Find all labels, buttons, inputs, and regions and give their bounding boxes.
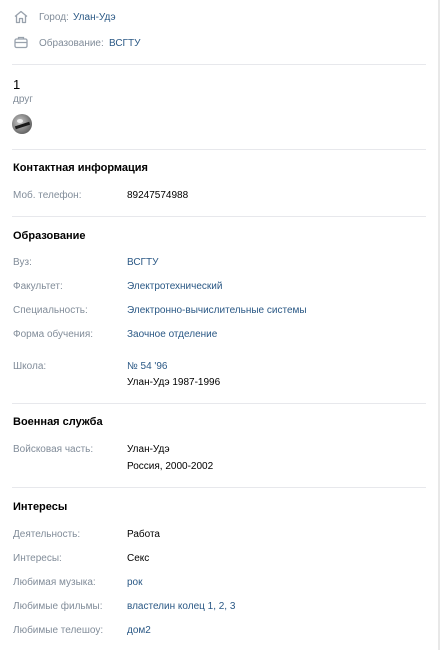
- interests-value: Секс: [127, 553, 150, 564]
- faculty-label: Факультет:: [13, 281, 63, 292]
- city-label: Город:: [39, 12, 69, 23]
- divider: [12, 403, 426, 404]
- education-link[interactable]: ВСГТУ: [109, 38, 140, 49]
- university-label: Вуз:: [13, 257, 32, 268]
- tv-link[interactable]: дом2: [127, 625, 151, 636]
- tv-label: Любимые телешоу:: [13, 625, 104, 636]
- movies-label: Любимые фильмы:: [13, 601, 103, 612]
- movies-link[interactable]: властелин колец 1, 2, 3: [127, 601, 235, 612]
- friend-avatar[interactable]: [12, 114, 32, 134]
- study-form-label: Форма обучения:: [13, 329, 94, 340]
- military-heading: Военная служба: [13, 416, 103, 428]
- friends-label[interactable]: друг: [13, 94, 33, 105]
- military-unit-value: Улан-Удэ: [127, 444, 170, 455]
- military-unit-detail: Россия, 2000-2002: [127, 461, 214, 472]
- phone-label: Моб. телефон:: [13, 190, 82, 201]
- interests-heading: Интересы: [13, 501, 68, 513]
- divider: [12, 216, 426, 217]
- faculty-link[interactable]: Электротехнический: [127, 281, 222, 292]
- interests-label: Интересы:: [13, 553, 62, 564]
- music-label: Любимая музыка:: [13, 577, 96, 588]
- school-link[interactable]: № 54 '96: [127, 361, 167, 372]
- activity-label: Деятельность:: [13, 529, 81, 540]
- friends-count[interactable]: 1: [13, 77, 20, 92]
- study-form-link[interactable]: Заочное отделение: [127, 329, 217, 340]
- music-link[interactable]: рок: [127, 577, 143, 588]
- city-link[interactable]: Улан-Удэ: [73, 12, 116, 23]
- university-link[interactable]: ВСГТУ: [127, 257, 158, 268]
- education-heading: Образование: [13, 230, 86, 242]
- education-label: Образование:: [39, 38, 104, 49]
- profile-info-panel: Город: Улан-Удэ Образование: ВСГТУ 1 дру…: [0, 0, 440, 650]
- contacts-heading: Контактная информация: [13, 162, 148, 174]
- speciality-label: Специальность:: [13, 305, 88, 316]
- briefcase-icon: [14, 36, 28, 49]
- home-icon: [14, 10, 28, 24]
- school-label: Школа:: [13, 361, 47, 372]
- school-detail: Улан-Удэ 1987-1996: [127, 377, 221, 388]
- divider: [12, 487, 426, 488]
- phone-value: 89247574988: [127, 190, 189, 201]
- divider: [12, 64, 426, 65]
- divider: [12, 149, 426, 150]
- activity-value: Работа: [127, 529, 160, 540]
- military-unit-label: Войсковая часть:: [13, 444, 94, 455]
- speciality-link[interactable]: Электронно-вычислительные системы: [127, 305, 307, 316]
